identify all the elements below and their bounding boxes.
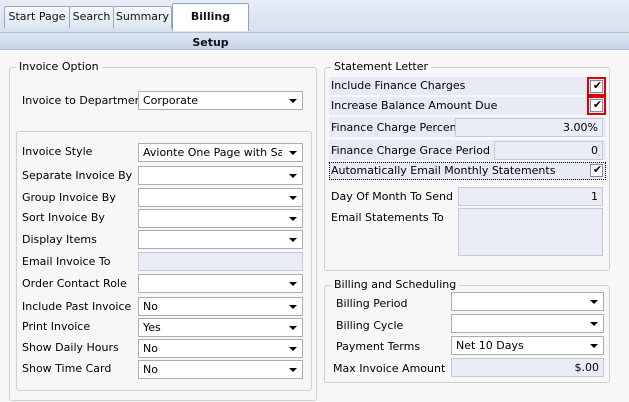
separate-invoice-by-select[interactable] [138,166,303,185]
sort-invoice-by-select[interactable] [138,209,303,228]
statement-letter-legend: Statement Letter [331,60,431,74]
tab-strip: Start Page Search Summary Billing Setup [0,0,629,49]
day-of-month-to-send-field[interactable]: 1 [458,187,603,206]
chevron-down-icon [289,151,297,155]
invoice-to-department-label: Invoice to Department [22,94,146,107]
auto-email-statements-checkbox[interactable]: ✔ [590,163,603,177]
billing-period-label: Billing Period [336,297,408,310]
finance-charge-percent-label: Finance Charge Percent [331,121,461,134]
chevron-down-icon [289,174,297,178]
chevron-down-icon [590,300,598,304]
group-invoice-by-select[interactable] [138,188,303,207]
finance-charge-percent-field[interactable]: 3.00% [455,118,603,137]
invoice-style-label: Invoice Style [22,145,93,158]
tab-search[interactable]: Search [69,6,114,28]
display-items-label: Display Items [22,233,97,246]
include-finance-charges-checkbox[interactable]: ✔ [587,77,606,96]
max-invoice-amount-label: Max Invoice Amount [333,362,446,375]
chevron-down-icon [590,344,598,348]
check-icon: ✔ [592,98,603,111]
group-invoice-by-label: Group Invoice By [22,191,116,204]
show-daily-hours-label: Show Daily Hours [22,341,119,354]
tab-billing-setup[interactable]: Billing Setup [172,3,249,49]
day-of-month-to-send-label: Day Of Month To Send [331,190,453,203]
billing-cycle-select[interactable] [451,314,604,333]
chevron-down-icon [289,347,297,351]
order-contact-role-label: Order Contact Role [22,277,127,290]
billing-scheduling-legend: Billing and Scheduling [331,278,460,292]
finance-charge-grace-period-label: Finance Charge Grace Period [331,144,490,157]
finance-charge-grace-period-field[interactable]: 0 [494,141,603,160]
chevron-down-icon [289,305,297,309]
check-icon: ✔ [592,163,603,176]
chevron-down-icon [590,322,598,326]
invoice-style-select[interactable]: Avionte One Page with Sale [138,143,303,162]
show-time-card-label: Show Time Card [22,362,112,375]
show-daily-hours-select[interactable]: No [138,339,303,358]
chevron-down-icon [289,217,297,221]
increase-balance-amount-due-checkbox[interactable]: ✔ [587,96,606,115]
email-invoice-to-field[interactable] [138,252,303,271]
include-finance-charges-label: Include Finance Charges [331,79,466,92]
display-items-select[interactable] [138,230,303,249]
check-icon: ✔ [592,79,603,92]
payment-terms-label: Payment Terms [336,340,421,353]
tab-start-page[interactable]: Start Page [4,6,70,28]
chevron-down-icon [289,99,297,103]
email-statements-to-field[interactable] [458,208,603,256]
billing-cycle-label: Billing Cycle [336,319,404,332]
chevron-down-icon [289,326,297,330]
email-statements-to-label: Email Statements To [331,211,444,224]
toolbar-band [0,33,629,50]
billing-period-select[interactable] [451,292,604,311]
print-invoice-select[interactable]: Yes [138,318,303,337]
chevron-down-icon [289,196,297,200]
auto-email-statements-label: Automatically Email Monthly Statements [331,164,556,177]
include-past-invoice-select[interactable]: No [138,297,303,316]
increase-balance-amount-due-label: Increase Balance Amount Due [331,99,498,112]
chevron-down-icon [289,238,297,242]
show-time-card-select[interactable]: No [138,360,303,379]
payment-terms-select[interactable]: Net 10 Days [451,336,604,355]
chevron-down-icon [289,282,297,286]
chevron-down-icon [289,368,297,372]
invoice-option-legend: Invoice Option [16,60,102,74]
tab-summary[interactable]: Summary [113,6,172,28]
billing-setup-panel: Invoice Option Invoice to Department Cor… [0,51,629,402]
order-contact-role-select[interactable] [138,274,303,293]
include-past-invoice-label: Include Past Invoice [22,300,132,313]
print-invoice-label: Print Invoice [22,320,91,333]
sort-invoice-by-label: Sort Invoice By [22,211,105,224]
max-invoice-amount-field[interactable]: $.00 [451,358,604,377]
email-invoice-to-label: Email Invoice To [22,255,111,268]
invoice-to-department-select[interactable]: Corporate [138,91,303,110]
separate-invoice-by-label: Separate Invoice By [22,169,133,182]
